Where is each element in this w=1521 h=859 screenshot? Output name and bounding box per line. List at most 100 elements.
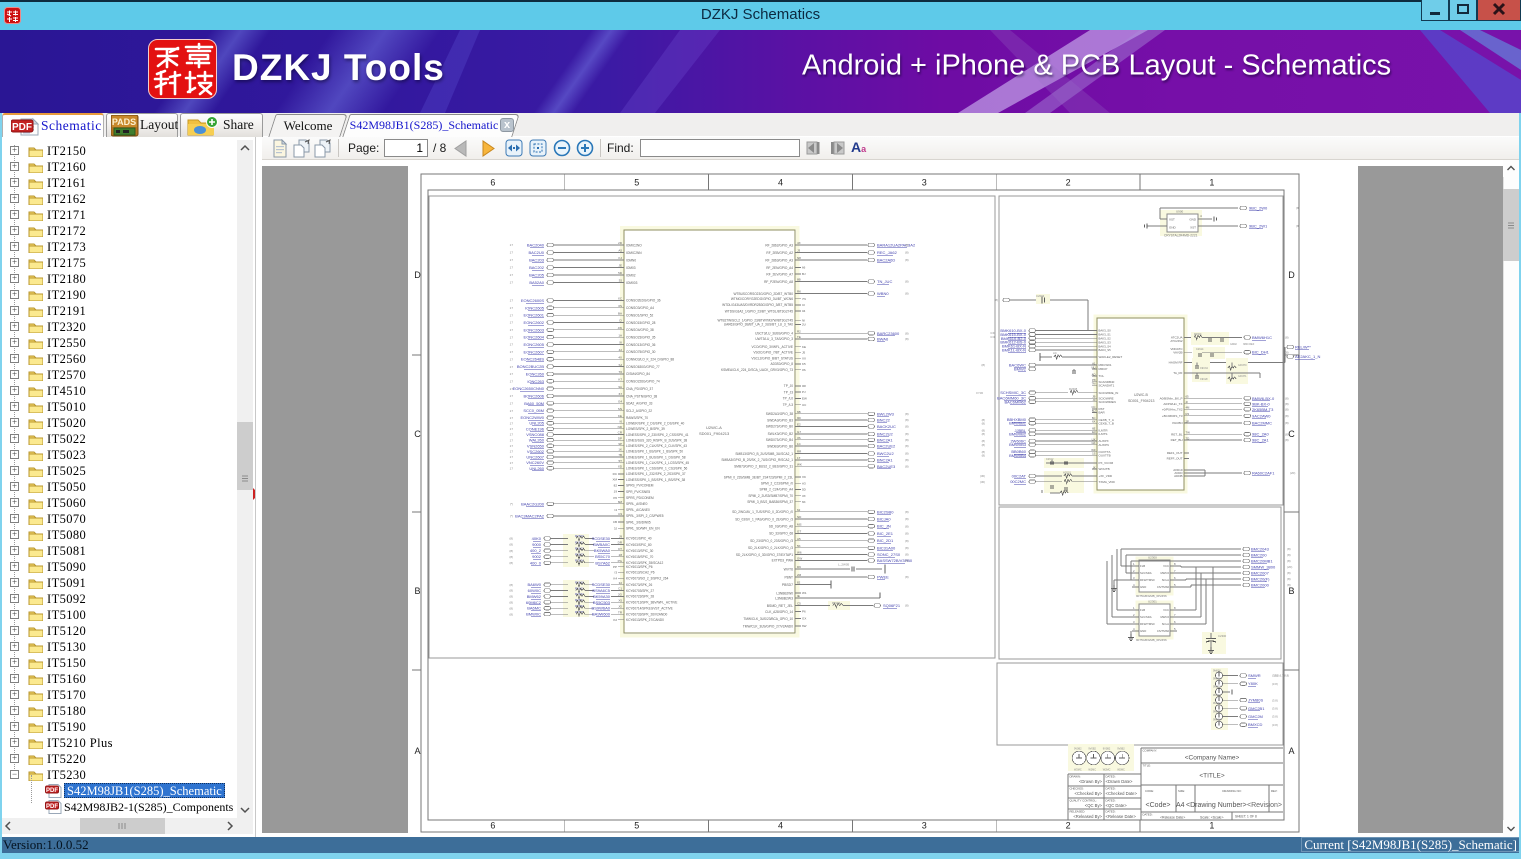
svg-text:KT: KT xyxy=(618,547,622,551)
svg-text:A: A xyxy=(1288,746,1294,756)
svg-text:W2MC: W2MC xyxy=(1088,769,1096,772)
svg-text:BAK3_S5: BAK3_S5 xyxy=(1099,348,1112,352)
svg-text:BAC2MMC: BAC2MMC xyxy=(1252,421,1272,426)
svg-text:R2: R2 xyxy=(797,330,801,334)
svg-text:SMBA3/GPIO_B_2S/SK_2_7US/GPIO_: SMBA3/GPIO_B_2S/SK_2_7US/GPIO_R/SCA2_1 xyxy=(721,458,793,462)
svg-text:CONSO630G/GPIO_77: CONSO630G/GPIO_77 xyxy=(626,365,660,369)
svg-text:9M603: 9M603 xyxy=(1213,694,1221,697)
svg-text:SPR_PV/CSNE5: SPR_PV/CSNE5 xyxy=(626,490,650,494)
svg-text:MRCP: MRCP xyxy=(1099,367,1108,371)
svg-text:IONC263: IONC263 xyxy=(527,379,544,384)
svg-text:BMC200: BMC200 xyxy=(1251,553,1267,558)
svg-text:BMXCD: BMXCD xyxy=(1248,722,1263,727)
svg-text:17: 17 xyxy=(510,372,514,376)
svg-text:PP: PP xyxy=(613,565,617,569)
svg-text:BIC_2E1: BIC_2E1 xyxy=(877,531,894,536)
svg-text:C2612: C2612 xyxy=(1046,458,1054,461)
svg-text:<Code>: <Code> xyxy=(1146,802,1171,809)
svg-text:KCY6073/SPK_26: KCY6073/SPK_26 xyxy=(626,583,652,587)
svg-text:BA52A0: BA52A0 xyxy=(529,280,544,285)
svg-text:SPRL_SD/WFI_EN_EN: SPRL_SD/WFI_EN_EN xyxy=(626,526,660,530)
svg-text:DATED:: DATED: xyxy=(1143,813,1153,817)
svg-text:<Release Date>: <Release Date> xyxy=(1106,814,1137,819)
svg-text:WTDS/G3A2_1/GPIO_23/BT_WTDL/BT: WTDS/G3A2_1/GPIO_23/BT_WTDL/BT3G2745 xyxy=(725,309,793,313)
svg-text:2: 2 xyxy=(1066,821,1071,831)
svg-text:17: 17 xyxy=(510,335,514,339)
svg-text:(8): (8) xyxy=(905,432,909,436)
svg-text:(8): (8) xyxy=(509,589,513,593)
svg-text:(8): (8) xyxy=(982,421,985,425)
svg-text:67: 67 xyxy=(619,392,623,396)
svg-text:CONSO2EDG/GPIO_36: CONSO2EDG/GPIO_36 xyxy=(626,299,661,303)
svg-text:W2MC: W2MC xyxy=(1117,769,1125,772)
svg-text:RK: RK xyxy=(797,290,801,294)
svg-text:9V0B2: 9V0B2 xyxy=(1074,748,1082,751)
svg-text:(8): (8) xyxy=(1287,547,1291,551)
svg-text:VCC: VCC xyxy=(1163,564,1169,568)
svg-text:WTMG/CORYG2EDG/GPIO_3U/BT_WCN6: WTMG/CORYG2EDG/GPIO_3U/BT_WCN6 xyxy=(731,297,793,301)
svg-text:XX: XX xyxy=(802,356,806,360)
svg-text:JW: JW xyxy=(618,326,623,330)
svg-text:TE: TE xyxy=(797,335,801,339)
svg-text:17: 17 xyxy=(510,461,514,465)
svg-text:A: A xyxy=(414,746,420,756)
svg-text:A0/BSMm_BX_P: A0/BSMm_BX_P xyxy=(1160,397,1183,401)
svg-text:(20): (20) xyxy=(1290,471,1295,475)
svg-text:PDF: PDF xyxy=(12,122,32,133)
svg-text:0S: 0S xyxy=(802,368,806,372)
svg-text:SPMI_3_BS/2_BAB36/SPMI_37: SPMI_3_BS/2_BAB36/SPMI_37 xyxy=(747,500,793,504)
svg-text:7N: 7N xyxy=(802,297,806,301)
svg-text:17: 17 xyxy=(510,350,514,354)
svg-text:W2MC: W2MC xyxy=(1074,769,1082,772)
svg-text:CONSO75/GPIO_30: CONSO75/GPIO_30 xyxy=(626,350,656,354)
svg-text:TD: TD xyxy=(1186,436,1190,440)
svg-text:(8): (8) xyxy=(905,243,909,247)
svg-text:UAR63/GPIO_3B/BT_UA_2_3US/BT_L: UAR63/GPIO_3B/BT_UA_2_3US/BT_LU_3_TA0 xyxy=(724,323,793,327)
svg-text:(3.8): (3.8) xyxy=(1272,707,1278,711)
svg-text:(8): (8) xyxy=(509,549,513,553)
svg-text:SPRS_PV/CONEM: SPRS_PV/CONEM xyxy=(626,484,654,488)
svg-text:RF_2862/GPIO_A3: RF_2862/GPIO_A3 xyxy=(765,243,793,247)
svg-text:BWC2U2: BWC2U2 xyxy=(877,451,894,456)
svg-text:AC: AC xyxy=(1053,351,1057,355)
svg-text:4I: 4I xyxy=(1186,400,1189,404)
svg-text:BMW0B3: BMW0B3 xyxy=(1009,442,1027,447)
svg-text:SWLK3/GPIO_B2: SWLK3/GPIO_B2 xyxy=(768,432,794,436)
svg-text:6K: 6K xyxy=(802,500,806,504)
svg-text:T0: T0 xyxy=(618,370,622,374)
svg-text:SCLA: SCLA xyxy=(1162,622,1169,626)
svg-text:RELEASED:: RELEASED: xyxy=(1070,810,1086,814)
svg-text:U2301: U2301 xyxy=(1148,600,1157,604)
svg-text:82: 82 xyxy=(614,484,618,488)
svg-text:U900: U900 xyxy=(1176,210,1184,214)
svg-text:17: 17 xyxy=(510,357,514,361)
svg-text:BONC2606: BONC2606 xyxy=(524,393,545,398)
svg-text:VSNC088: VSNC088 xyxy=(526,432,545,437)
svg-text:B: B xyxy=(1288,586,1294,596)
svg-text:SLV/SDA: SLV/SDA xyxy=(1140,571,1152,575)
svg-text:P6: P6 xyxy=(802,610,806,614)
svg-text:CONSO13/GPIO_36: CONSO13/GPIO_36 xyxy=(626,343,656,347)
svg-text:SWD273/GPIO_B0: SWD273/GPIO_B0 xyxy=(766,425,794,429)
svg-text:AD: AD xyxy=(1092,372,1096,376)
svg-text:RFW/TMS0: RFW/TMS0 xyxy=(1140,578,1155,582)
svg-text:17: 17 xyxy=(510,421,514,425)
svg-text:IOM02: IOM02 xyxy=(626,273,636,277)
svg-text:(8): (8) xyxy=(509,606,513,610)
svg-text:K5: K5 xyxy=(802,362,806,366)
svg-text:P0: P0 xyxy=(613,496,617,500)
svg-text:BMK1L-BX-N: BMK1L-BX-N xyxy=(1002,348,1026,353)
svg-text:BWL2W3: BWL2W3 xyxy=(877,411,895,416)
svg-text:(8): (8) xyxy=(1287,583,1291,587)
svg-text:K7: K7 xyxy=(618,377,622,381)
svg-text:AE2AKC_1_N: AE2AKC_1_N xyxy=(1295,354,1320,359)
svg-text:KCY6013/SPIC_30: KCY6013/SPIC_30 xyxy=(626,549,654,553)
svg-text:IOM003: IOM003 xyxy=(626,281,638,285)
svg-text:EXTPD3_PWA: EXTPD3_PWA xyxy=(772,559,794,563)
svg-text:1T: 1T xyxy=(797,456,801,460)
svg-text:(8): (8) xyxy=(905,553,909,557)
svg-text:BAR: BAR xyxy=(1099,411,1106,415)
svg-text:(8): (8) xyxy=(982,454,985,458)
svg-text:KCY6013/SCA2_P6: KCY6013/SCA2_P6 xyxy=(626,570,655,574)
svg-text:1K: 1K xyxy=(618,448,622,452)
